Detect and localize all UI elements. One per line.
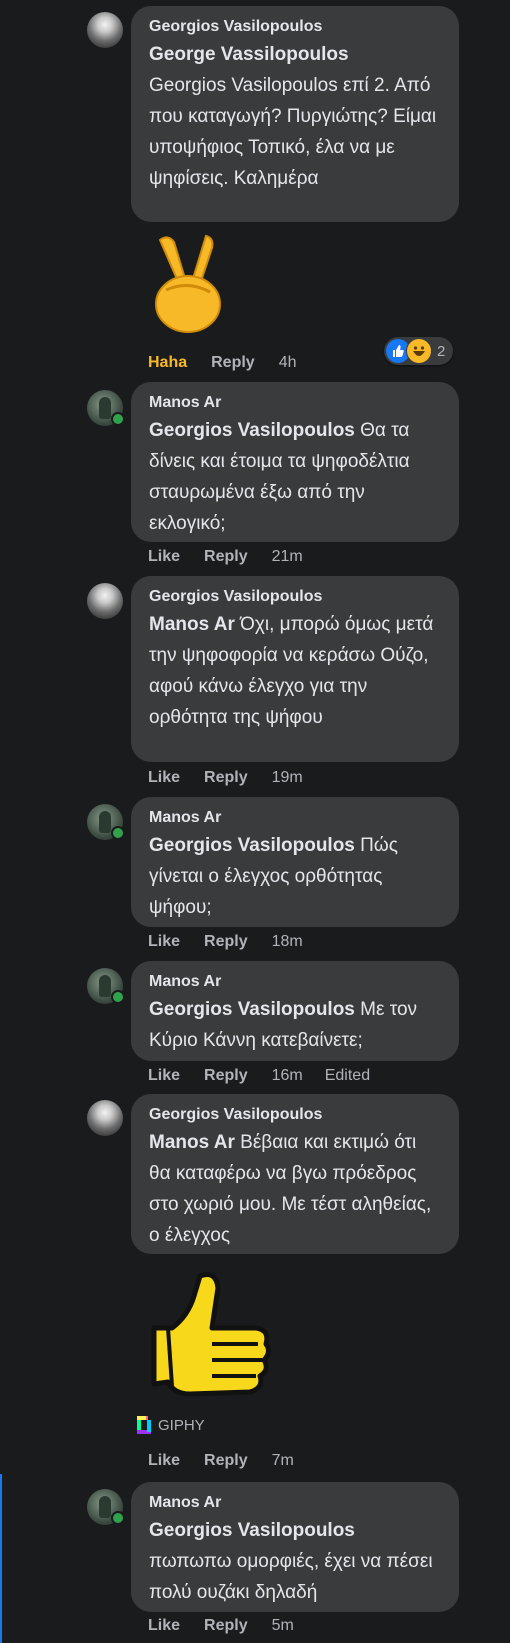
- comment-bubble: Manos Ar Georgios Vasilopoulos Με τον Κύ…: [131, 961, 459, 1061]
- comment-author[interactable]: Georgios Vasilopoulos: [149, 588, 441, 606]
- comment-mention[interactable]: Georgios Vasilopoulos: [149, 420, 355, 441]
- comment-timestamp[interactable]: 21m: [272, 548, 303, 566]
- comment-body: πωπωπω ομορφιές, έχει να πέσει πολύ ουζά…: [149, 1551, 433, 1603]
- comment-mention[interactable]: Georgios Vasilopoulos: [149, 835, 355, 856]
- giphy-icon: [137, 1416, 151, 1434]
- comment-actions: Like Reply 5m: [148, 1617, 316, 1635]
- like-button[interactable]: Like: [148, 548, 180, 566]
- reply-button[interactable]: Reply: [204, 1067, 248, 1085]
- comment-actions: Haha Reply 4h: [148, 354, 319, 372]
- avatar[interactable]: [87, 12, 123, 48]
- comment-timestamp[interactable]: 4h: [279, 354, 297, 372]
- reaction-count: 2: [437, 342, 446, 360]
- comment-text: Georgios Vasilopoulos Πώς γίνεται ο έλεγ…: [149, 830, 441, 923]
- giphy-attribution[interactable]: GIPHY: [136, 1415, 205, 1435]
- comment-actions: Like Reply 19m: [148, 769, 325, 787]
- comment-text: Manos Ar Όχι, μπορώ όμως μετά την ψηφοφο…: [149, 609, 441, 733]
- online-status-indicator: [111, 990, 125, 1004]
- avatar[interactable]: [87, 390, 125, 426]
- comment-bubble: Georgios Vasilopoulos Manos Ar Βέβαια κα…: [131, 1094, 459, 1254]
- like-button[interactable]: Like: [148, 1067, 180, 1085]
- comment-actions: Like Reply 7m: [148, 1452, 316, 1470]
- like-button[interactable]: Like: [148, 769, 180, 787]
- comment-text: Georgios Vasilopoulos Με τον Κύριο Κάννη…: [149, 994, 441, 1056]
- like-button[interactable]: Like: [148, 1452, 180, 1470]
- comment-author[interactable]: Manos Ar: [149, 973, 441, 991]
- haha-reaction-icon: [406, 338, 432, 364]
- like-button[interactable]: Like: [148, 1617, 180, 1635]
- comment-mention[interactable]: Georgios Vasilopoulos: [149, 999, 355, 1020]
- comment-author[interactable]: Manos Ar: [149, 1494, 441, 1512]
- giphy-label: GIPHY: [158, 1416, 205, 1434]
- reply-button[interactable]: Reply: [204, 933, 248, 951]
- comment-actions: Like Reply 21m: [148, 548, 325, 566]
- comment-actions: Like Reply 16m Edited: [148, 1067, 394, 1085]
- reply-button[interactable]: Reply: [204, 1617, 248, 1635]
- comment-text: George Vassilopoulos Georgios Vasilopoul…: [149, 39, 441, 194]
- reactions-summary[interactable]: 2: [384, 337, 454, 365]
- comment-timestamp[interactable]: 16m: [272, 1067, 303, 1085]
- online-status-indicator: [111, 1511, 125, 1525]
- comment-author[interactable]: Manos Ar: [149, 809, 441, 827]
- online-status-indicator: [111, 412, 125, 426]
- comment-timestamp[interactable]: 5m: [272, 1617, 294, 1635]
- comment-text: Georgios Vasilopoulos πωπωπω ομορφιές, έ…: [149, 1515, 441, 1608]
- thumbs-up-icon[interactable]: [138, 1266, 278, 1416]
- comment-author[interactable]: Georgios Vasilopoulos: [149, 18, 441, 36]
- comment-mention[interactable]: Manos Ar: [149, 1132, 235, 1153]
- comment-author[interactable]: Georgios Vasilopoulos: [149, 1106, 441, 1124]
- avatar[interactable]: [87, 968, 125, 1004]
- comment-bubble: Manos Ar Georgios Vasilopoulos πωπωπω ομ…: [131, 1482, 459, 1612]
- like-button[interactable]: Like: [148, 933, 180, 951]
- victory-hand-icon: [155, 234, 221, 333]
- comment-text: Georgios Vasilopoulos Θα τα δίνεις και έ…: [149, 415, 441, 539]
- comment-author[interactable]: Manos Ar: [149, 394, 441, 412]
- edited-label[interactable]: Edited: [325, 1067, 370, 1085]
- comment-bubble: Georgios Vasilopoulos George Vassilopoul…: [131, 6, 459, 222]
- comment-body: Georgios Vasilopoulos επί 2. Από που κατ…: [149, 75, 437, 189]
- avatar[interactable]: [87, 583, 123, 619]
- comment-mention[interactable]: Georgios Vasilopoulos: [149, 1515, 441, 1546]
- comment-actions: Like Reply 18m: [148, 933, 325, 951]
- reply-button[interactable]: Reply: [211, 354, 255, 372]
- reply-button[interactable]: Reply: [204, 548, 248, 566]
- haha-reaction-button[interactable]: Haha: [148, 354, 187, 372]
- edge-indicator: [0, 1474, 2, 1643]
- comment-text: Manos Ar Βέβαια και εκτιμώ ότι θα καταφέ…: [149, 1127, 441, 1251]
- reply-button[interactable]: Reply: [204, 1452, 248, 1470]
- comment-timestamp[interactable]: 19m: [272, 769, 303, 787]
- avatar[interactable]: [87, 1100, 123, 1136]
- comment-timestamp[interactable]: 7m: [272, 1452, 294, 1470]
- reply-button[interactable]: Reply: [204, 769, 248, 787]
- avatar[interactable]: [87, 1489, 125, 1525]
- comment-mention[interactable]: George Vassilopoulos: [149, 39, 441, 70]
- comment-mention[interactable]: Manos Ar: [149, 614, 235, 635]
- comment-bubble: Manos Ar Georgios Vasilopoulos Πώς γίνετ…: [131, 797, 459, 927]
- online-status-indicator: [111, 826, 125, 840]
- comment-bubble: Georgios Vasilopoulos Manos Ar Όχι, μπορ…: [131, 576, 459, 762]
- avatar[interactable]: [87, 804, 125, 840]
- comment-bubble: Manos Ar Georgios Vasilopoulos Θα τα δίν…: [131, 382, 459, 542]
- comment-timestamp[interactable]: 18m: [272, 933, 303, 951]
